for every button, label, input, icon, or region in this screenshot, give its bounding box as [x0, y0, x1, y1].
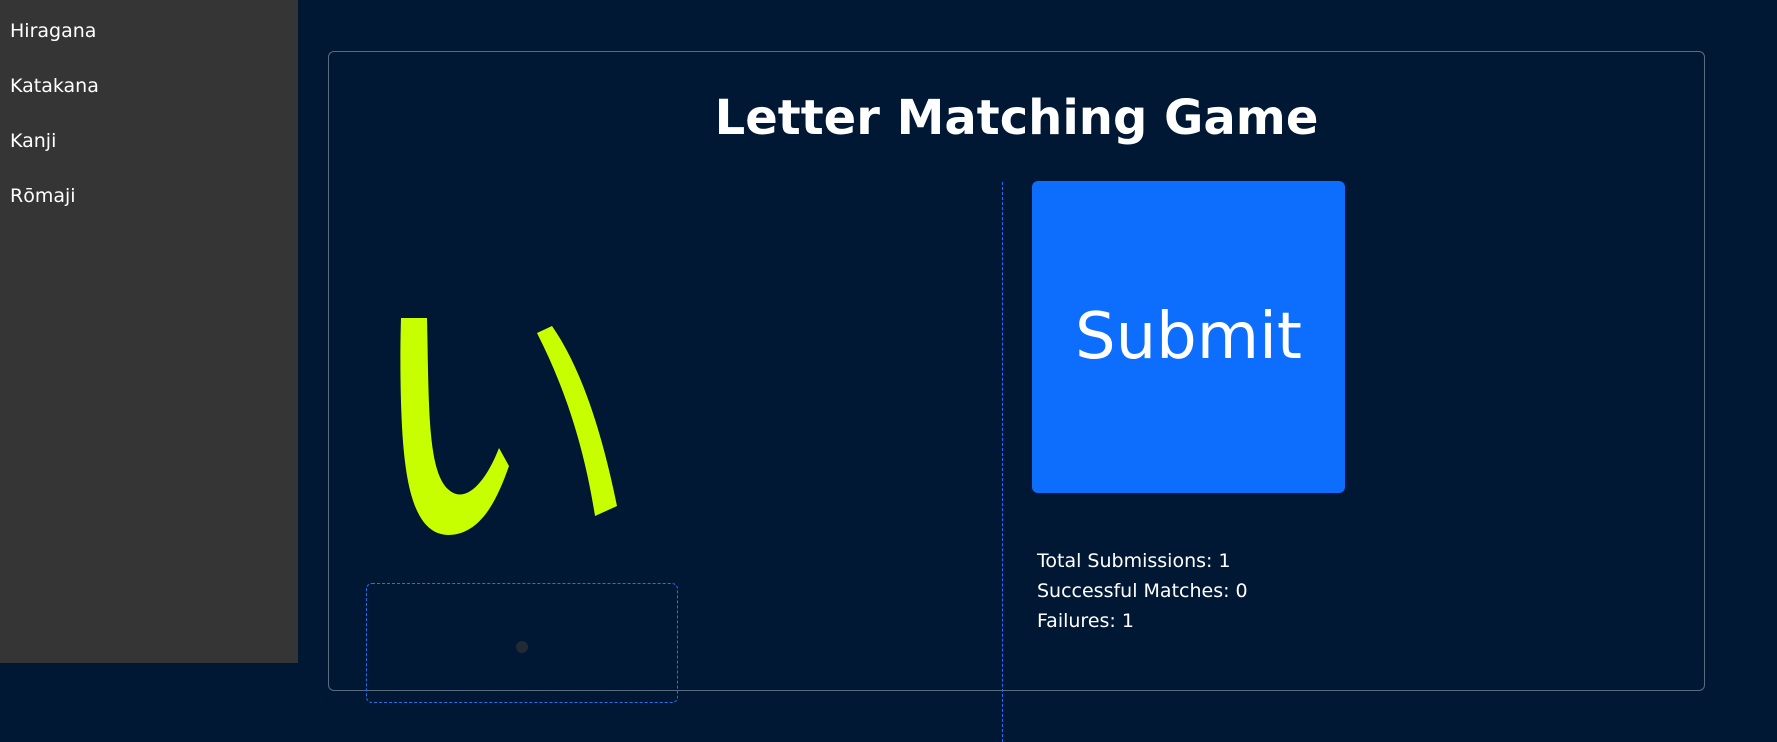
- sidebar-item-kanji[interactable]: Kanji: [10, 130, 56, 152]
- sidebar-item-hiragana[interactable]: Hiragana: [10, 20, 96, 42]
- glyph-right-stroke: [537, 326, 617, 516]
- main-area: Letter Matching Game Submit Total Submis…: [298, 0, 1777, 742]
- stats-panel: Total Submissions: 1 Successful Matches:…: [1037, 546, 1248, 636]
- successful-matches: Successful Matches: 0: [1037, 580, 1248, 602]
- glyph-left-stroke: [400, 318, 509, 535]
- game-card: Letter Matching Game Submit Total Submis…: [328, 51, 1705, 742]
- vertical-divider: [1002, 182, 1003, 742]
- total-submissions: Total Submissions: 1: [1037, 550, 1231, 572]
- submit-button[interactable]: Submit: [1032, 181, 1345, 493]
- drop-handle-dot[interactable]: [516, 641, 528, 653]
- character-glyph: [389, 252, 679, 552]
- sidebar-item-romaji[interactable]: Rōmaji: [10, 185, 76, 207]
- drop-target-box[interactable]: [366, 583, 678, 703]
- failures-count: Failures: 1: [1037, 610, 1134, 632]
- hiragana-i-glyph: [400, 318, 617, 535]
- sidebar: Hiragana Katakana Kanji Rōmaji: [0, 0, 298, 663]
- page-title: Letter Matching Game: [714, 90, 1319, 146]
- sidebar-item-katakana[interactable]: Katakana: [10, 75, 99, 97]
